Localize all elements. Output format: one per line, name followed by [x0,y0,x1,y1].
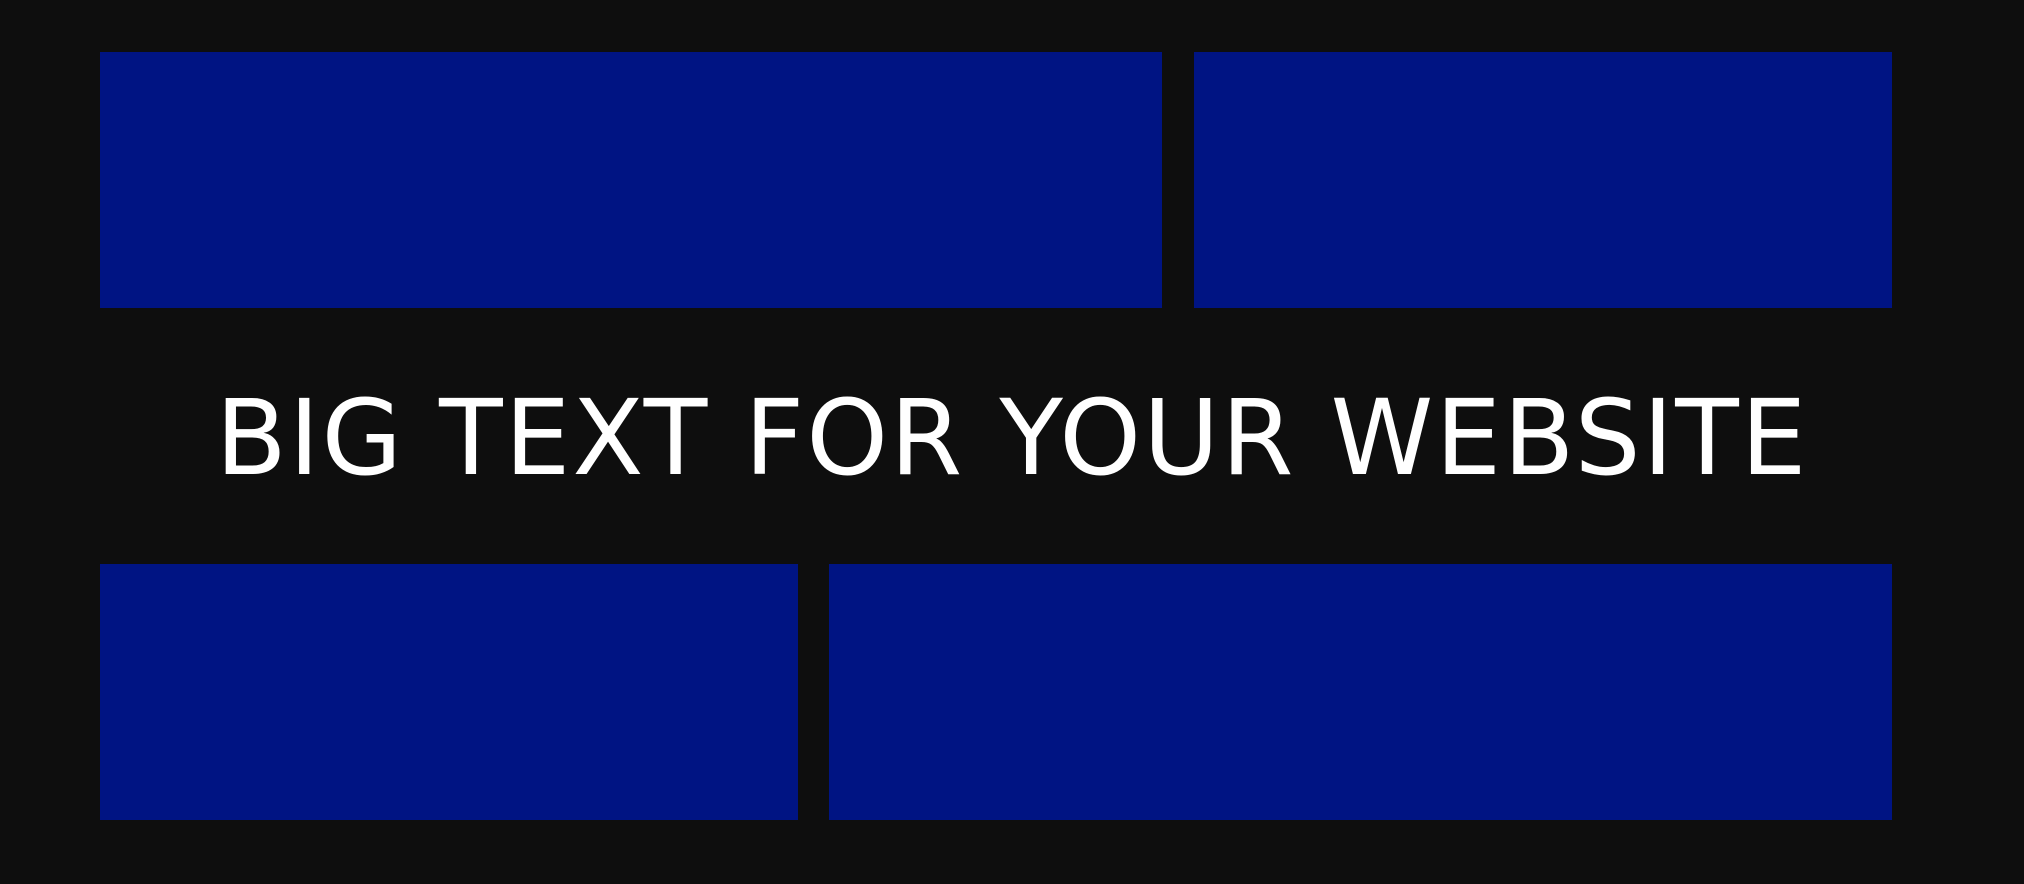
decorative-block-top-left [100,52,1162,308]
decorative-block-top-right [1194,52,1892,308]
decorative-block-bottom-right [829,564,1892,820]
decorative-block-bottom-left [100,564,798,820]
headline-text: BIG TEXT FOR YOUR WEBSITE [215,377,1809,499]
